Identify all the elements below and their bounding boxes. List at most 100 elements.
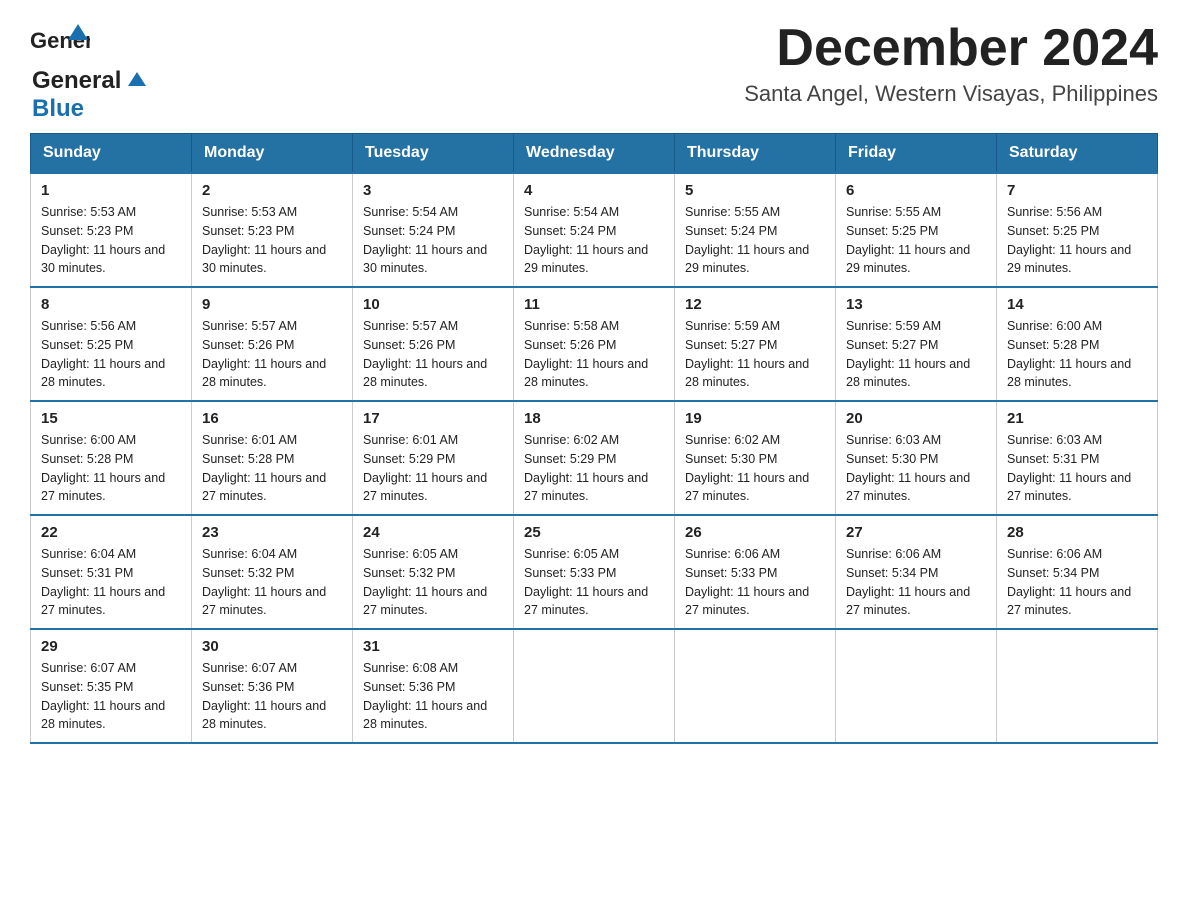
day-number: 25 bbox=[524, 524, 664, 541]
table-row: 26 Sunrise: 6:06 AMSunset: 5:33 PMDayligh… bbox=[675, 515, 836, 629]
day-info: Sunrise: 6:06 AMSunset: 5:34 PMDaylight:… bbox=[846, 545, 986, 620]
day-info: Sunrise: 6:00 AMSunset: 5:28 PMDaylight:… bbox=[1007, 317, 1147, 392]
day-number: 10 bbox=[363, 296, 503, 313]
day-number: 28 bbox=[1007, 524, 1147, 541]
day-number: 7 bbox=[1007, 182, 1147, 199]
table-row: 8 Sunrise: 5:56 AMSunset: 5:25 PMDaylight… bbox=[31, 287, 192, 401]
table-row bbox=[675, 629, 836, 743]
day-info: Sunrise: 6:03 AMSunset: 5:31 PMDaylight:… bbox=[1007, 431, 1147, 506]
day-info: Sunrise: 6:01 AMSunset: 5:29 PMDaylight:… bbox=[363, 431, 503, 506]
table-row: 1 Sunrise: 5:53 AMSunset: 5:23 PMDaylight… bbox=[31, 173, 192, 287]
calendar-week-3: 15 Sunrise: 6:00 AMSunset: 5:28 PMDayligh… bbox=[31, 401, 1158, 515]
day-number: 24 bbox=[363, 524, 503, 541]
table-row: 12Sunrise: 5:59 AMSunset: 5:27 PMDayligh… bbox=[675, 287, 836, 401]
day-info: Sunrise: 5:55 AMSunset: 5:25 PMDaylight:… bbox=[846, 203, 986, 278]
day-info: Sunrise: 5:58 AMSunset: 5:26 PMDaylight:… bbox=[524, 317, 664, 392]
header-tuesday: Tuesday bbox=[353, 134, 514, 174]
day-number: 8 bbox=[41, 296, 181, 313]
logo: General General Blue bbox=[30, 20, 146, 123]
calendar-week-5: 29 Sunrise: 6:07 AMSunset: 5:35 PMDayligh… bbox=[31, 629, 1158, 743]
day-number: 5 bbox=[685, 182, 825, 199]
header-sunday: Sunday bbox=[31, 134, 192, 174]
day-info: Sunrise: 5:53 AMSunset: 5:23 PMDaylight:… bbox=[202, 203, 342, 278]
day-info: Sunrise: 5:59 AMSunset: 5:27 PMDaylight:… bbox=[685, 317, 825, 392]
month-title: December 2024 bbox=[744, 20, 1158, 77]
calendar-table: Sunday Monday Tuesday Wednesday Thursday… bbox=[30, 133, 1158, 744]
day-number: 14 bbox=[1007, 296, 1147, 313]
day-number: 13 bbox=[846, 296, 986, 313]
table-row: 6 Sunrise: 5:55 AMSunset: 5:25 PMDaylight… bbox=[836, 173, 997, 287]
table-row bbox=[836, 629, 997, 743]
calendar-week-4: 22Sunrise: 6:04 AMSunset: 5:31 PMDayligh… bbox=[31, 515, 1158, 629]
logo-blue-text: Blue bbox=[32, 95, 84, 122]
day-number: 22 bbox=[41, 524, 181, 541]
table-row: 29 Sunrise: 6:07 AMSunset: 5:35 PMDayligh… bbox=[31, 629, 192, 743]
table-row: 3Sunrise: 5:54 AMSunset: 5:24 PMDaylight… bbox=[353, 173, 514, 287]
day-number: 26 bbox=[685, 524, 825, 541]
table-row: 18 Sunrise: 6:02 AMSunset: 5:29 PMDayligh… bbox=[514, 401, 675, 515]
table-row: 10 Sunrise: 5:57 AMSunset: 5:26 PMDayligh… bbox=[353, 287, 514, 401]
day-info: Sunrise: 6:08 AMSunset: 5:36 PMDaylight:… bbox=[363, 659, 503, 734]
table-row: 14 Sunrise: 6:00 AMSunset: 5:28 PMDayligh… bbox=[997, 287, 1158, 401]
day-info: Sunrise: 6:05 AMSunset: 5:32 PMDaylight:… bbox=[363, 545, 503, 620]
table-row bbox=[997, 629, 1158, 743]
day-info: Sunrise: 5:53 AMSunset: 5:23 PMDaylight:… bbox=[41, 203, 181, 278]
table-row: 16 Sunrise: 6:01 AMSunset: 5:28 PMDayligh… bbox=[192, 401, 353, 515]
day-info: Sunrise: 5:59 AMSunset: 5:27 PMDaylight:… bbox=[846, 317, 986, 392]
day-info: Sunrise: 6:06 AMSunset: 5:33 PMDaylight:… bbox=[685, 545, 825, 620]
location-subtitle: Santa Angel, Western Visayas, Philippine… bbox=[744, 81, 1158, 107]
day-number: 3 bbox=[363, 182, 503, 199]
day-number: 15 bbox=[41, 410, 181, 427]
day-number: 23 bbox=[202, 524, 342, 541]
day-number: 30 bbox=[202, 638, 342, 655]
table-row: 30Sunrise: 6:07 AMSunset: 5:36 PMDayligh… bbox=[192, 629, 353, 743]
day-info: Sunrise: 6:00 AMSunset: 5:28 PMDaylight:… bbox=[41, 431, 181, 506]
day-number: 19 bbox=[685, 410, 825, 427]
logo-general-text: General bbox=[32, 67, 121, 94]
logo-triangle-icon bbox=[128, 72, 146, 86]
day-info: Sunrise: 6:01 AMSunset: 5:28 PMDaylight:… bbox=[202, 431, 342, 506]
table-row: 23 Sunrise: 6:04 AMSunset: 5:32 PMDayligh… bbox=[192, 515, 353, 629]
day-number: 2 bbox=[202, 182, 342, 199]
calendar-week-1: 1 Sunrise: 5:53 AMSunset: 5:23 PMDaylight… bbox=[31, 173, 1158, 287]
table-row: 7 Sunrise: 5:56 AMSunset: 5:25 PMDaylight… bbox=[997, 173, 1158, 287]
day-info: Sunrise: 5:57 AMSunset: 5:26 PMDaylight:… bbox=[363, 317, 503, 392]
day-info: Sunrise: 5:56 AMSunset: 5:25 PMDaylight:… bbox=[41, 317, 181, 392]
day-number: 21 bbox=[1007, 410, 1147, 427]
page-header: General General Blue December 2024 Santa… bbox=[30, 20, 1158, 123]
table-row: 11 Sunrise: 5:58 AMSunset: 5:26 PMDayligh… bbox=[514, 287, 675, 401]
table-row: 9Sunrise: 5:57 AMSunset: 5:26 PMDaylight… bbox=[192, 287, 353, 401]
day-info: Sunrise: 6:05 AMSunset: 5:33 PMDaylight:… bbox=[524, 545, 664, 620]
day-info: Sunrise: 6:07 AMSunset: 5:35 PMDaylight:… bbox=[41, 659, 181, 734]
day-number: 18 bbox=[524, 410, 664, 427]
table-row: 22Sunrise: 6:04 AMSunset: 5:31 PMDayligh… bbox=[31, 515, 192, 629]
table-row: 31Sunrise: 6:08 AMSunset: 5:36 PMDayligh… bbox=[353, 629, 514, 743]
day-info: Sunrise: 6:02 AMSunset: 5:30 PMDaylight:… bbox=[685, 431, 825, 506]
header-saturday: Saturday bbox=[997, 134, 1158, 174]
table-row: 5 Sunrise: 5:55 AMSunset: 5:24 PMDaylight… bbox=[675, 173, 836, 287]
table-row: 20Sunrise: 6:03 AMSunset: 5:30 PMDayligh… bbox=[836, 401, 997, 515]
day-info: Sunrise: 6:02 AMSunset: 5:29 PMDaylight:… bbox=[524, 431, 664, 506]
day-info: Sunrise: 6:04 AMSunset: 5:32 PMDaylight:… bbox=[202, 545, 342, 620]
header-wednesday: Wednesday bbox=[514, 134, 675, 174]
table-row: 13 Sunrise: 5:59 AMSunset: 5:27 PMDayligh… bbox=[836, 287, 997, 401]
day-number: 17 bbox=[363, 410, 503, 427]
table-row: 19 Sunrise: 6:02 AMSunset: 5:30 PMDayligh… bbox=[675, 401, 836, 515]
day-number: 6 bbox=[846, 182, 986, 199]
day-info: Sunrise: 6:06 AMSunset: 5:34 PMDaylight:… bbox=[1007, 545, 1147, 620]
table-row: 4Sunrise: 5:54 AMSunset: 5:24 PMDaylight… bbox=[514, 173, 675, 287]
table-row: 21 Sunrise: 6:03 AMSunset: 5:31 PMDayligh… bbox=[997, 401, 1158, 515]
day-info: Sunrise: 5:55 AMSunset: 5:24 PMDaylight:… bbox=[685, 203, 825, 278]
day-number: 1 bbox=[41, 182, 181, 199]
table-row: 25 Sunrise: 6:05 AMSunset: 5:33 PMDayligh… bbox=[514, 515, 675, 629]
day-number: 20 bbox=[846, 410, 986, 427]
table-row: 28 Sunrise: 6:06 AMSunset: 5:34 PMDayligh… bbox=[997, 515, 1158, 629]
day-number: 29 bbox=[41, 638, 181, 655]
day-number: 27 bbox=[846, 524, 986, 541]
day-number: 16 bbox=[202, 410, 342, 427]
day-number: 11 bbox=[524, 296, 664, 313]
table-row: 27 Sunrise: 6:06 AMSunset: 5:34 PMDayligh… bbox=[836, 515, 997, 629]
calendar-header-row: Sunday Monday Tuesday Wednesday Thursday… bbox=[31, 134, 1158, 174]
day-info: Sunrise: 5:56 AMSunset: 5:25 PMDaylight:… bbox=[1007, 203, 1147, 278]
header-friday: Friday bbox=[836, 134, 997, 174]
